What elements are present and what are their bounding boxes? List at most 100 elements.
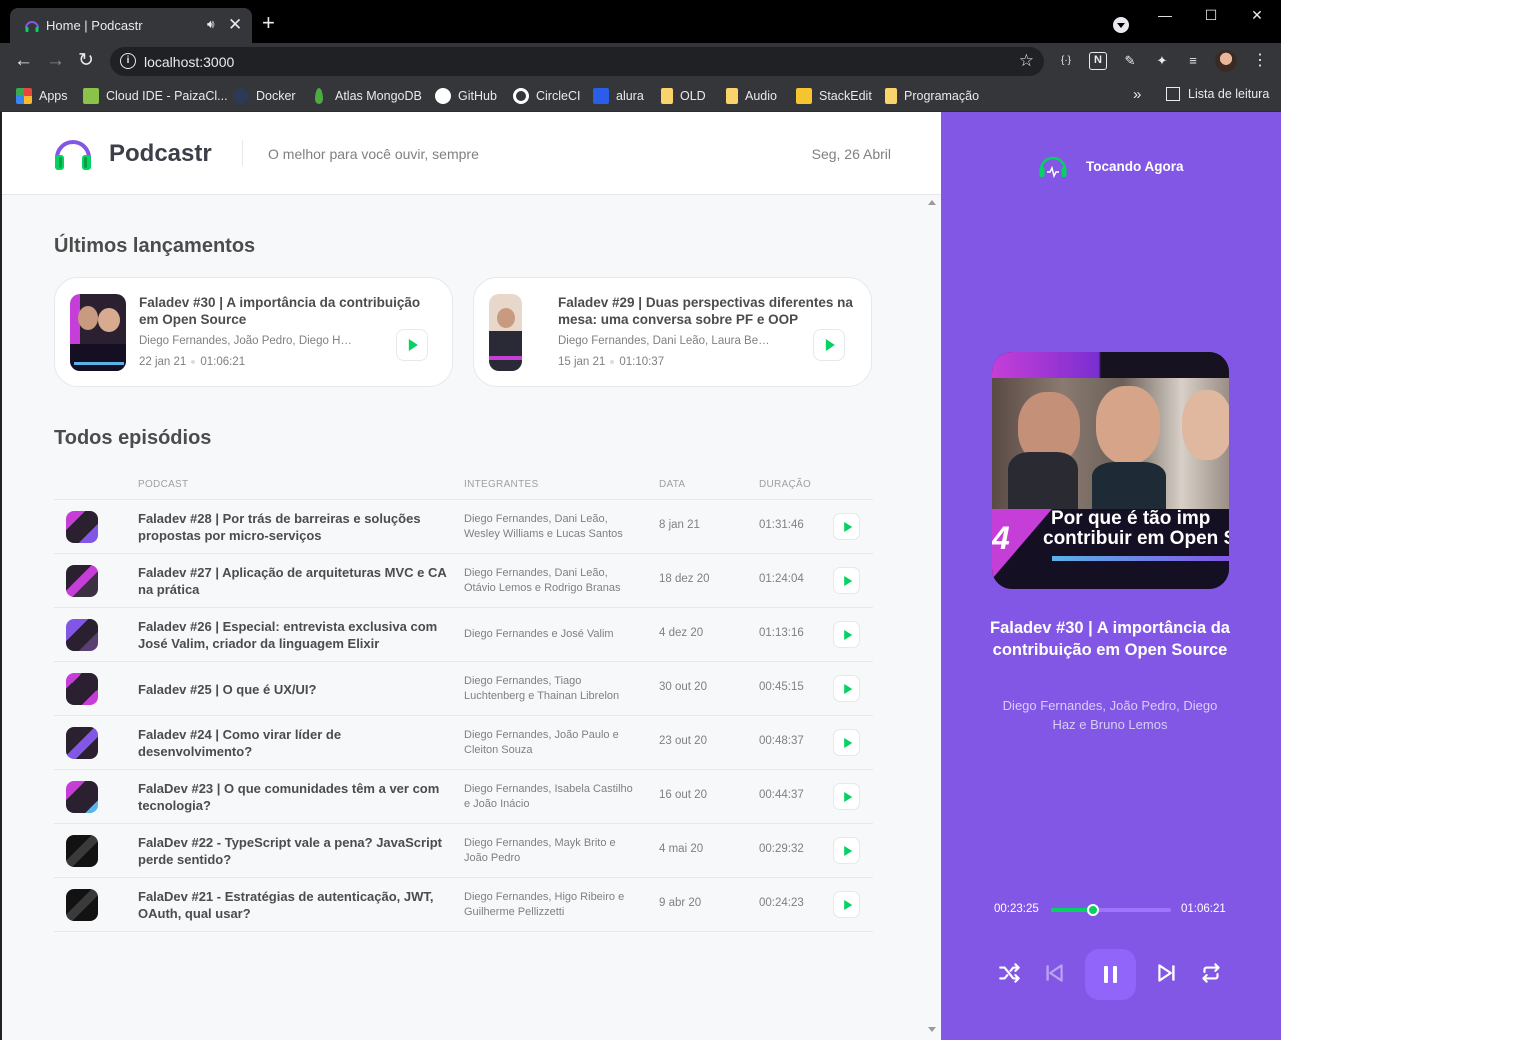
previous-icon[interactable] bbox=[1041, 960, 1067, 986]
episode-cover-image: Por que é tão imp contribuir em Open S 4 bbox=[992, 352, 1229, 589]
menu-kebab-icon[interactable]: ⋮ bbox=[1252, 51, 1268, 71]
forward-icon[interactable]: → bbox=[46, 50, 65, 72]
bookmark-circleci[interactable]: CircleCI bbox=[513, 87, 580, 105]
bookmark-mongodb[interactable]: Atlas MongoDB bbox=[311, 87, 422, 105]
play-episode-button[interactable] bbox=[833, 675, 860, 702]
brand-name: Podcastr bbox=[109, 140, 212, 167]
episode-members: Diego Fernandes, Higo Ribeiro e Guilherm… bbox=[464, 891, 625, 918]
table-row: Faladev #28 | Por trás de barreiras e so… bbox=[54, 500, 873, 554]
episode-thumbnail[interactable] bbox=[66, 835, 98, 867]
play-episode-button[interactable] bbox=[833, 837, 860, 864]
url-text[interactable]: localhost:3000 bbox=[144, 54, 234, 70]
episode-title[interactable]: Faladev #26 | Especial: entrevista exclu… bbox=[138, 618, 448, 652]
close-window-icon[interactable]: ✕ bbox=[1234, 4, 1280, 26]
pen-extension-icon[interactable]: ✎ bbox=[1121, 52, 1139, 70]
reading-list[interactable]: Lista de leitura bbox=[1166, 87, 1269, 101]
episode-title[interactable]: Faladev #25 | O que é UX/UI? bbox=[138, 681, 448, 698]
pause-button[interactable] bbox=[1085, 949, 1136, 1000]
github-icon bbox=[435, 88, 451, 104]
episode-title[interactable]: Faladev #30 | A importância da contribui… bbox=[139, 294, 439, 328]
episode-thumbnail[interactable] bbox=[70, 294, 126, 371]
episode-thumbnail[interactable] bbox=[66, 619, 98, 651]
bookmark-folder-programacao[interactable]: Programação bbox=[885, 87, 979, 105]
minimize-icon[interactable]: — bbox=[1142, 4, 1188, 26]
apps-grid-icon bbox=[16, 88, 32, 104]
episode-thumbnail[interactable] bbox=[66, 727, 98, 759]
bookmark-star-icon[interactable]: ☆ bbox=[1019, 51, 1034, 71]
repeat-icon[interactable] bbox=[1198, 960, 1224, 986]
play-episode-button[interactable] bbox=[833, 567, 860, 594]
maximize-icon[interactable]: ☐ bbox=[1188, 4, 1234, 26]
new-tab-icon[interactable]: + bbox=[262, 12, 275, 34]
back-icon[interactable]: ← bbox=[14, 50, 33, 72]
shuffle-icon[interactable] bbox=[997, 960, 1023, 986]
site-info-icon[interactable]: i bbox=[120, 53, 136, 69]
profile-avatar[interactable] bbox=[1215, 50, 1237, 72]
extensions-puzzle-icon[interactable]: ✦ bbox=[1153, 52, 1171, 70]
play-episode-button[interactable] bbox=[833, 513, 860, 540]
json-extension-icon[interactable]: {·} bbox=[1057, 52, 1075, 70]
play-episode-button[interactable] bbox=[813, 329, 845, 361]
play-episode-button[interactable] bbox=[833, 729, 860, 756]
table-row: Faladev #26 | Especial: entrevista exclu… bbox=[54, 608, 873, 662]
episode-title[interactable]: Faladev #24 | Como virar líder de desenv… bbox=[138, 726, 448, 760]
episode-title[interactable]: Faladev #27 | Aplicação de arquiteturas … bbox=[138, 564, 448, 598]
progress-knob[interactable] bbox=[1087, 904, 1100, 916]
reload-icon[interactable]: ↻ bbox=[78, 50, 94, 72]
bookmark-stackedit[interactable]: StackEdit bbox=[796, 87, 872, 105]
episode-title[interactable]: Faladev #29 | Duas perspectivas diferent… bbox=[558, 294, 858, 328]
bookmark-alura[interactable]: alura bbox=[593, 87, 644, 105]
bookmark-folder-audio[interactable]: Audio bbox=[726, 87, 777, 105]
latest-episode-card[interactable]: Faladev #29 | Duas perspectivas diferent… bbox=[473, 277, 872, 387]
episode-thumbnail[interactable] bbox=[66, 511, 98, 543]
play-icon bbox=[843, 899, 852, 910]
paiza-icon bbox=[83, 88, 99, 104]
column-duration: Duração bbox=[759, 479, 812, 490]
episode-members: Diego Fernandes, Dani Leão, Laura Beatri… bbox=[558, 335, 773, 347]
play-episode-button[interactable] bbox=[833, 621, 860, 648]
audio-playing-icon[interactable]: 🔊︎ bbox=[207, 17, 215, 32]
next-icon[interactable] bbox=[1154, 960, 1180, 986]
episode-members: Diego Fernandes, Dani Leão, Otávio Lemos… bbox=[464, 567, 621, 594]
play-episode-button[interactable] bbox=[396, 329, 428, 361]
episode-title[interactable]: Faladev #28 | Por trás de barreiras e so… bbox=[138, 510, 448, 544]
media-controls-icon[interactable]: ≡ bbox=[1184, 52, 1202, 70]
episode-date: 22 jan 21 bbox=[139, 356, 187, 368]
docker-icon bbox=[233, 88, 249, 104]
episode-title[interactable]: FalaDev #21 - Estratégias de autenticaçã… bbox=[138, 888, 448, 922]
more-bookmarks-icon[interactable]: » bbox=[1133, 86, 1141, 103]
desktop-background bbox=[1281, 0, 1536, 1040]
episode-members: Diego Fernandes, João Paulo e Cleiton So… bbox=[464, 729, 619, 756]
play-icon bbox=[843, 791, 852, 802]
notion-extension-icon[interactable]: N bbox=[1089, 52, 1107, 70]
scroll-up-arrow-icon[interactable] bbox=[928, 200, 936, 205]
episode-thumbnail[interactable] bbox=[489, 294, 522, 371]
browser-tab[interactable]: Home | Podcastr 🔊︎ ✕ bbox=[10, 8, 252, 43]
latest-episode-card[interactable]: Faladev #30 | A importância da contribui… bbox=[54, 277, 453, 387]
scroll-down-arrow-icon[interactable] bbox=[928, 1027, 936, 1032]
episode-date: 4 mai 20 bbox=[659, 843, 704, 855]
episode-title[interactable]: FalaDev #22 - TypeScript vale a pena? Ja… bbox=[138, 834, 448, 868]
episode-thumbnail[interactable] bbox=[66, 565, 98, 597]
episode-thumbnail[interactable] bbox=[66, 889, 98, 921]
tab-close-icon[interactable]: ✕ bbox=[228, 15, 242, 35]
progress-slider[interactable] bbox=[1051, 904, 1171, 916]
address-bar[interactable]: i localhost:3000 ☆ bbox=[110, 47, 1044, 76]
folder-icon bbox=[885, 88, 897, 104]
episode-thumbnail[interactable] bbox=[66, 781, 98, 813]
bookmark-apps[interactable]: Apps bbox=[16, 87, 68, 105]
bookmark-paiza[interactable]: Cloud IDE - PaizaCl... bbox=[83, 87, 228, 105]
play-episode-button[interactable] bbox=[833, 783, 860, 810]
tab-search-icon[interactable] bbox=[1113, 17, 1129, 33]
bookmark-folder-old[interactable]: OLD bbox=[661, 87, 706, 105]
bookmark-docker[interactable]: Docker bbox=[233, 87, 296, 105]
table-row: FalaDev #22 - TypeScript vale a pena? Ja… bbox=[54, 824, 873, 878]
episode-duration: 01:10:37 bbox=[619, 356, 665, 368]
play-episode-button[interactable] bbox=[833, 891, 860, 918]
cover-caption-line2: contribuir em Open S bbox=[1043, 528, 1229, 549]
episodes-table: Podcast Integrantes Data Duração Faladev… bbox=[54, 472, 873, 932]
episode-title[interactable]: FalaDev #23 | O que comunidades têm a ve… bbox=[138, 780, 448, 814]
table-row: Faladev #24 | Como virar líder de desenv… bbox=[54, 716, 873, 770]
bookmark-github[interactable]: GitHub bbox=[435, 87, 497, 105]
episode-thumbnail[interactable] bbox=[66, 673, 98, 705]
